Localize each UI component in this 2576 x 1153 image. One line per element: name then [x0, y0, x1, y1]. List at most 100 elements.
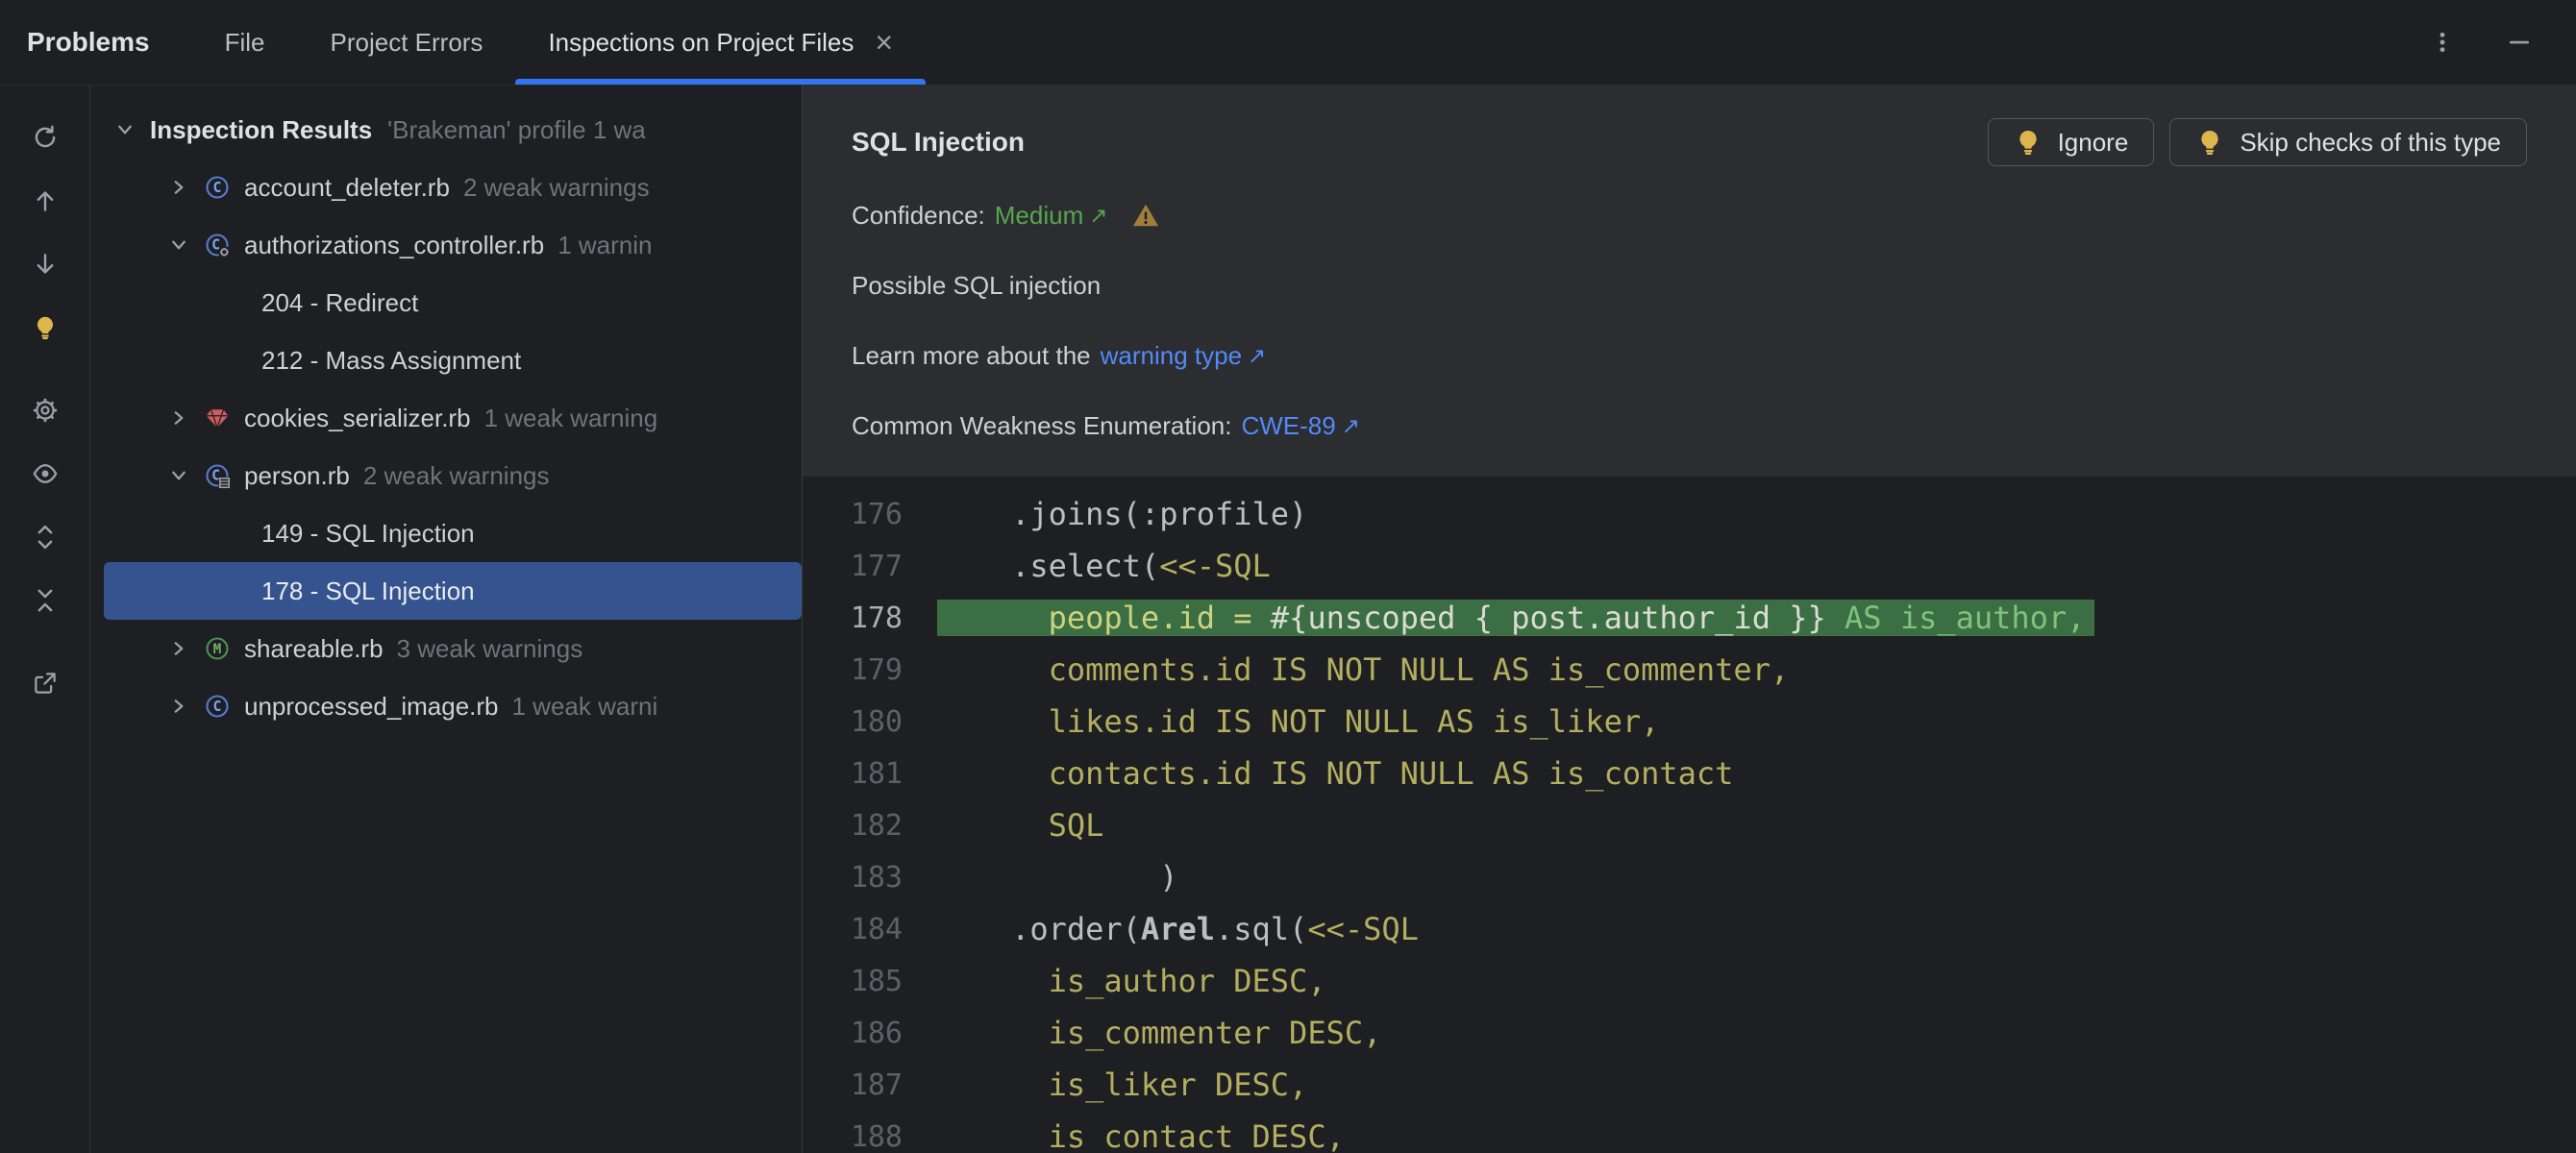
warning-title: SQL Injection [852, 127, 1025, 157]
expand-all-icon[interactable] [22, 514, 68, 560]
quick-fix-lightbulb-icon[interactable] [22, 305, 68, 351]
tree-root-subtitle: 'Brakeman' profile 1 wa [387, 114, 646, 144]
tab-inspections-label: Inspections on Project Files [548, 27, 855, 57]
line-number: 186 [850, 1016, 903, 1050]
next-problem-icon[interactable] [22, 241, 68, 287]
warning-count: 3 weak warnings [396, 633, 583, 663]
tree-item-authorizations-controller[interactable]: C authorizations_controller.rb 1 warnin [90, 216, 802, 274]
code-line: 180 likes.id IS NOT NULL AS is_liker, [803, 696, 2576, 748]
warning-type-link[interactable]: warning type [1101, 341, 1242, 371]
cwe-label: Common Weakness Enumeration: [852, 410, 1232, 440]
code-line: 184 .order(Arel.sql(<<-SQL [803, 903, 2576, 955]
ignore-button-label: Ignore [2057, 127, 2129, 157]
chevron-right-icon[interactable] [165, 693, 192, 720]
sql-injection-highlight: people.id = #{unscoped { post.author_id … [937, 600, 2095, 636]
learn-more-row: Learn more about the warning type ↗ [852, 334, 2527, 377]
code-line: 185 is_author DESC, [803, 955, 2576, 1007]
chevron-down-icon[interactable] [165, 462, 192, 489]
confidence-row: Confidence: Medium ↗ [852, 194, 2527, 236]
lightbulb-icon [2014, 128, 2043, 157]
toolwindow-tabbar: Problems File Project Errors Inspections… [0, 0, 2576, 86]
collapse-all-icon[interactable] [22, 577, 68, 624]
learn-more-prefix: Learn more about the [852, 340, 1091, 370]
line-number: 181 [850, 756, 903, 791]
line-number: 179 [850, 652, 903, 687]
tree-item-account-deleter[interactable]: C account_deleter.rb 2 weak warnings [90, 159, 802, 216]
warning-label: 178 - SQL Injection [261, 576, 475, 605]
file-name: cookies_serializer.rb [244, 403, 471, 432]
chevron-right-icon[interactable] [165, 635, 192, 662]
external-link-icon: ↗ [1341, 412, 1361, 438]
ruby-controller-icon: C [204, 232, 231, 258]
code-line: 188 is_contact DESC, [803, 1111, 2576, 1153]
tree-item-149-sql-injection[interactable]: 149 - SQL Injection [90, 504, 802, 562]
file-name: account_deleter.rb [244, 172, 450, 202]
tree-item-shareable[interactable]: M shareable.rb 3 weak warnings [90, 620, 802, 677]
tree-root-title: Inspection Results [150, 114, 373, 144]
previous-problem-icon[interactable] [22, 178, 68, 224]
skip-checks-button-label: Skip checks of this type [2240, 127, 2501, 157]
chevron-right-icon[interactable] [165, 174, 192, 201]
warning-count: 1 warnin [557, 230, 653, 259]
warning-detail-header: SQL Injection Ignore Skip checks of this… [803, 86, 2576, 477]
window-buttons [2420, 0, 2576, 85]
tree-item-204-redirect[interactable]: 204 - Redirect [90, 274, 802, 331]
tree-item-212-mass-assignment[interactable]: 212 - Mass Assignment [90, 331, 802, 389]
code-line: 181 contacts.id IS NOT NULL AS is_contac… [803, 748, 2576, 799]
warning-description: Possible SQL injection [852, 270, 1102, 300]
tab-inspections-on-project-files[interactable]: Inspections on Project Files × [515, 0, 926, 85]
more-options-icon[interactable] [2420, 20, 2465, 64]
file-name: person.rb [244, 460, 350, 490]
ruby-class-icon: C [204, 693, 231, 720]
tree-item-person[interactable]: C person.rb 2 weak warnings [90, 447, 802, 504]
description-row: Possible SQL injection [852, 264, 2527, 307]
close-tab-icon[interactable]: × [875, 27, 893, 58]
warning-label: 149 - SQL Injection [261, 518, 475, 548]
code-preview-editor: 176 .joins(:profile) 177 .select(<<-SQL … [803, 477, 2576, 1153]
line-number: 180 [850, 704, 903, 739]
line-number: 185 [850, 964, 903, 998]
line-number: 178 [850, 601, 903, 635]
warning-count: 2 weak warnings [462, 172, 650, 202]
line-number: 182 [850, 808, 903, 843]
ruby-model-icon: C [204, 462, 231, 489]
rerun-inspection-icon[interactable] [22, 114, 68, 160]
ruby-class-icon: C [204, 174, 231, 201]
external-link-icon: ↗ [1248, 342, 1267, 368]
line-number: 183 [850, 860, 903, 895]
tab-project-errors-label: Project Errors [330, 27, 483, 57]
confidence-link[interactable]: Medium [995, 201, 1083, 231]
external-link-icon: ↗ [1089, 202, 1108, 228]
code-line: 186 is_commenter DESC, [803, 1007, 2576, 1059]
file-name: shareable.rb [244, 633, 384, 663]
line-number: 184 [850, 912, 903, 946]
lightbulb-icon [2195, 128, 2224, 157]
code-line: 182 SQL [803, 799, 2576, 851]
chevron-right-icon[interactable] [165, 405, 192, 431]
chevron-down-icon[interactable] [165, 232, 192, 258]
toolwindow-title: Problems [27, 27, 150, 57]
svg-text:C: C [213, 698, 222, 715]
tree-item-unprocessed-image[interactable]: C unprocessed_image.rb 1 weak warni [90, 677, 802, 735]
warning-count: 1 weak warning [483, 403, 658, 432]
open-in-editor-icon[interactable] [22, 660, 68, 706]
tree-item-178-sql-injection-selected[interactable]: 178 - SQL Injection [104, 562, 802, 620]
warning-triangle-icon [1131, 201, 1160, 230]
file-name: authorizations_controller.rb [244, 230, 545, 259]
settings-gear-icon[interactable] [22, 387, 68, 433]
cwe-link[interactable]: CWE-89 [1241, 411, 1335, 441]
tab-project-errors[interactable]: Project Errors [298, 0, 516, 85]
line-number: 176 [850, 497, 903, 531]
skip-checks-button[interactable]: Skip checks of this type [2169, 118, 2527, 166]
ruby-module-icon: M [204, 635, 231, 662]
preview-eye-icon[interactable] [22, 451, 68, 497]
code-line: 176 .joins(:profile) [803, 488, 2576, 540]
tree-item-inspection-results[interactable]: Inspection Results 'Brakeman' profile 1 … [90, 101, 802, 159]
hide-toolwindow-icon[interactable] [2497, 20, 2541, 64]
ignore-button[interactable]: Ignore [1987, 118, 2155, 166]
tab-file[interactable]: File [192, 0, 298, 85]
warning-label: 204 - Redirect [261, 287, 419, 317]
svg-text:M: M [213, 642, 221, 657]
chevron-down-icon[interactable] [111, 116, 138, 143]
tree-item-cookies-serializer[interactable]: cookies_serializer.rb 1 weak warning [90, 389, 802, 447]
